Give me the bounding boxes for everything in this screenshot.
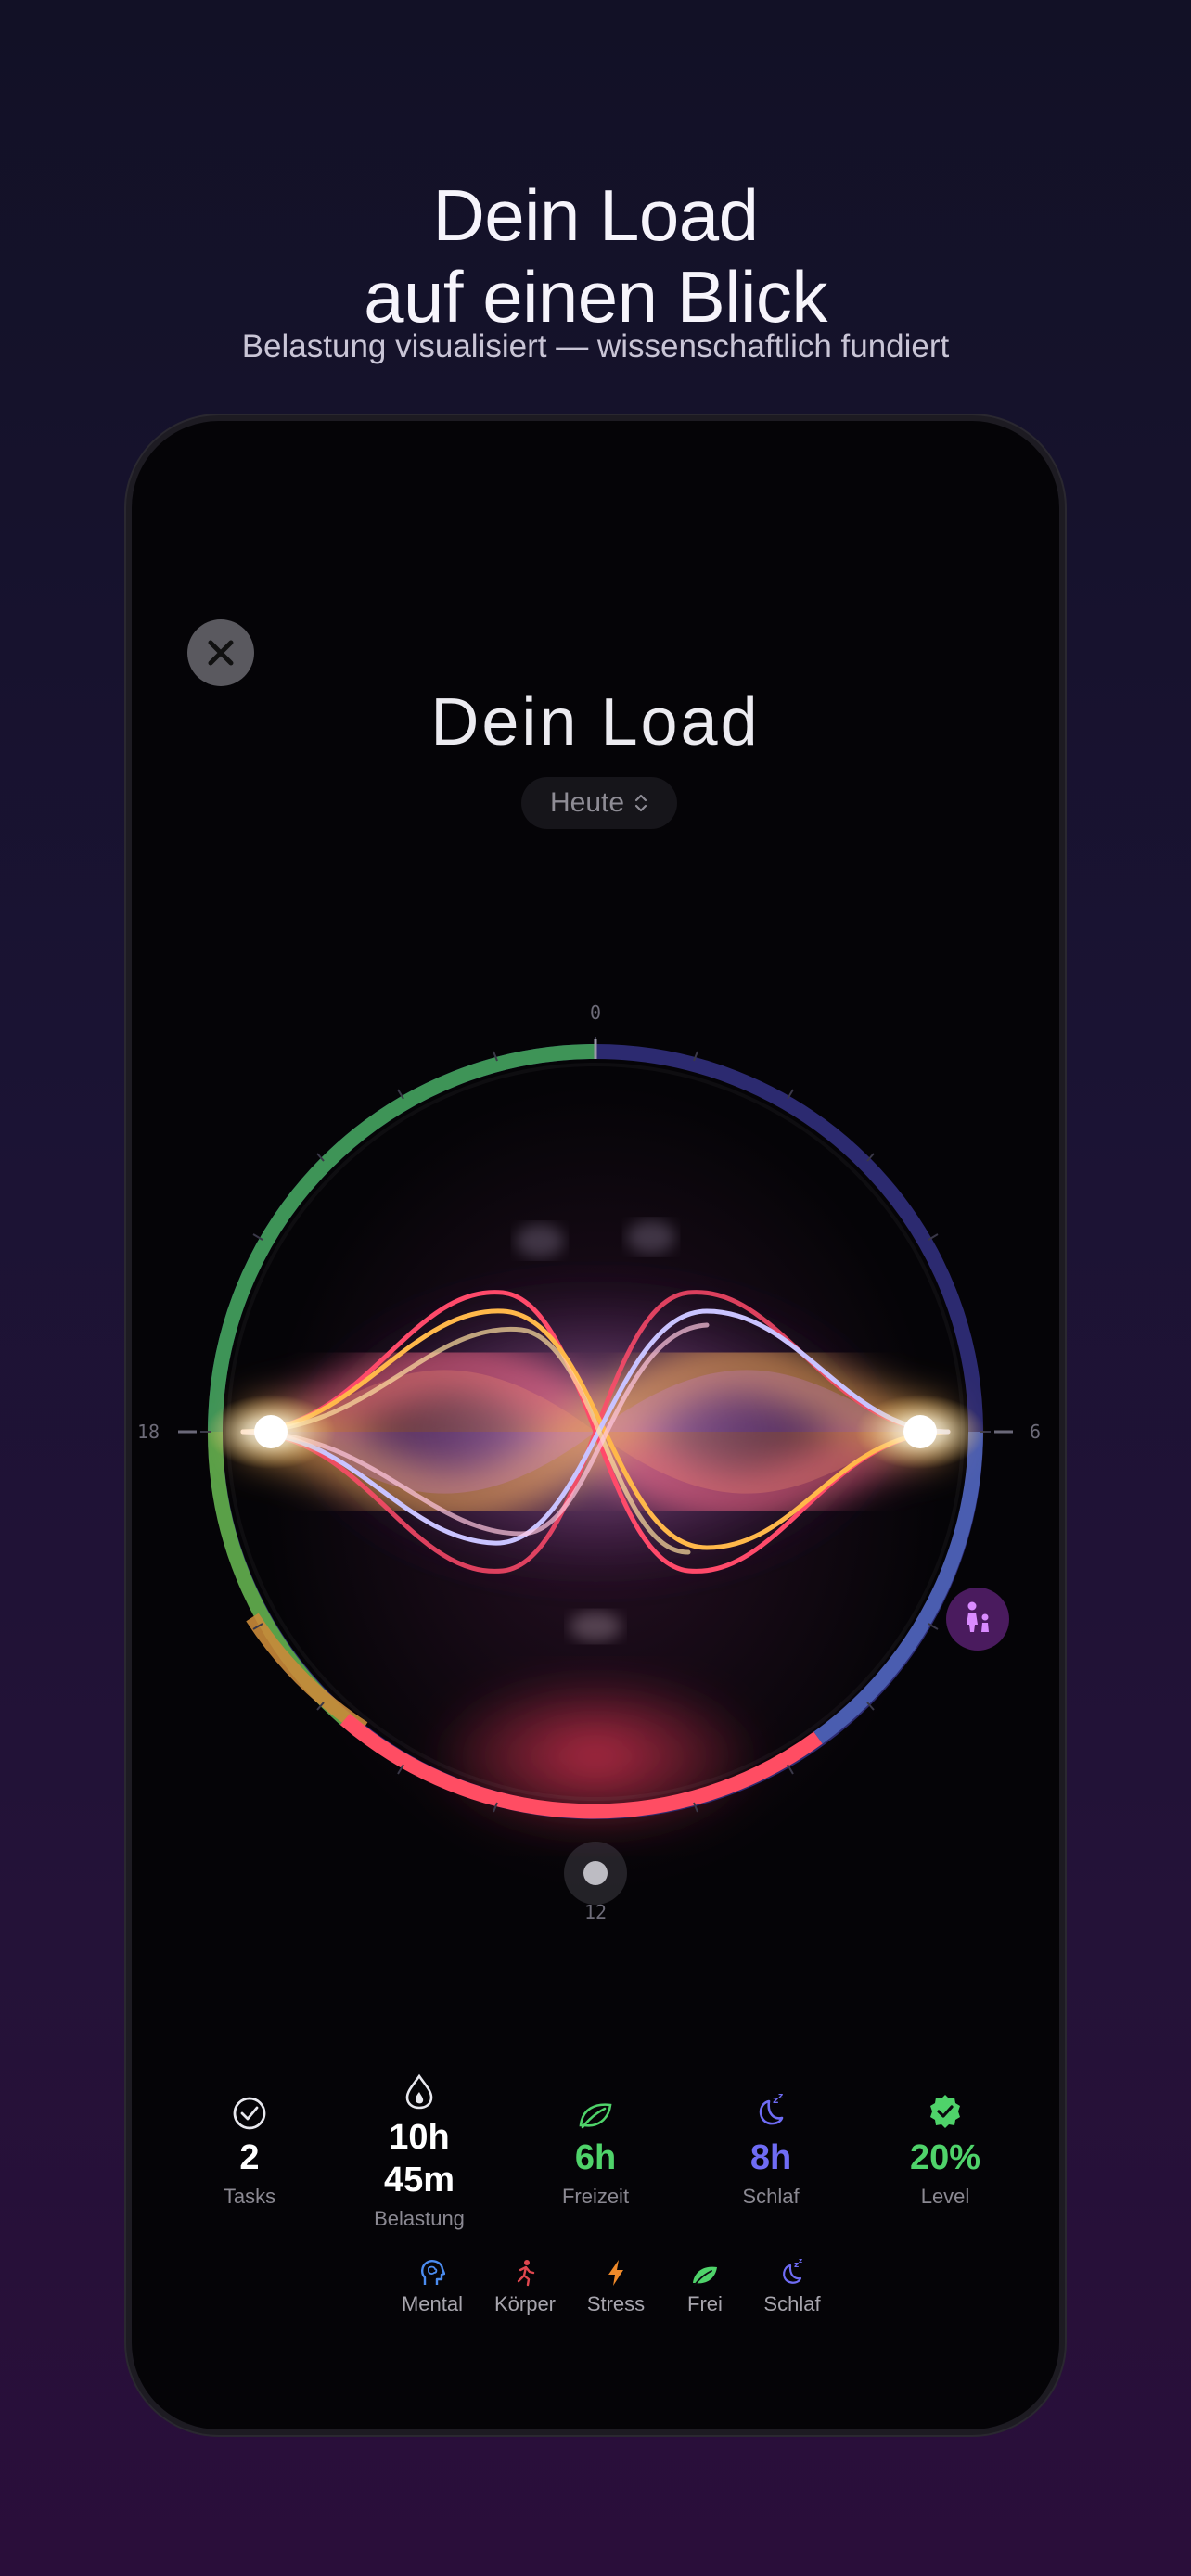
brain-head-icon: [421, 2260, 445, 2285]
hero-title: Dein Load auf einen Blick: [364, 174, 827, 338]
verified-badge-icon: [930, 2095, 960, 2128]
stat-belastung-value: 10h 45m: [383, 2118, 455, 2200]
flame-drop-icon: [405, 2073, 433, 2110]
stat-schlaf-label: Schlaf: [742, 2185, 800, 2208]
moon-zzz-icon: z z: [783, 2257, 802, 2284]
legend-schlaf-label: Schlaf: [763, 2292, 821, 2315]
stats-row: 2 Tasks 10h 45m Belastung 6h Freizeit z …: [132, 2073, 1059, 2266]
stat-freizeit[interactable]: 6h Freizeit: [517, 2081, 674, 2209]
hour-label-right: 6: [1030, 1421, 1041, 1443]
checkmark-circle-icon: [233, 2097, 266, 2130]
legend-koerper: Körper: [479, 2255, 571, 2316]
legend-mental: Mental: [386, 2255, 479, 2316]
legend-stress: Stress: [570, 2255, 662, 2316]
leaf-icon: [693, 2266, 717, 2286]
legend-koerper-label: Körper: [493, 2292, 557, 2315]
leaf-icon: [579, 2103, 612, 2129]
stat-level-value: 20%: [909, 2138, 981, 2177]
legend-schlaf: z z Schlaf: [746, 2255, 839, 2316]
stat-schlaf[interactable]: z z 8h Schlaf: [692, 2081, 850, 2209]
stat-freizeit-value: 6h: [574, 2138, 617, 2177]
svg-text:z: z: [778, 2092, 783, 2101]
lightning-icon: [608, 2260, 623, 2286]
stat-belastung[interactable]: 10h 45m Belastung: [340, 2060, 498, 2231]
hour-label-top: 0: [590, 1001, 601, 1024]
legend: Mental Körper Stress Frei z z Schlaf: [132, 2255, 1059, 2329]
time-handle[interactable]: [564, 1842, 627, 1905]
stat-freizeit-label: Freizeit: [561, 2185, 630, 2208]
running-figure-icon: [517, 2260, 535, 2287]
stat-schlaf-value: 8h: [749, 2138, 792, 2177]
legend-mental-label: Mental: [401, 2292, 464, 2315]
legend-frei: Frei: [659, 2255, 751, 2316]
legend-frei-label: Frei: [687, 2292, 723, 2315]
stat-tasks[interactable]: 2 Tasks: [171, 2081, 328, 2209]
svg-text:z: z: [799, 2257, 802, 2264]
stat-tasks-value: 2: [239, 2138, 260, 2177]
stat-tasks-label: Tasks: [223, 2185, 276, 2208]
hour-label-left: 18: [137, 1421, 160, 1443]
phone-frame: Dein Load Heute 0 6 12 18 2 Tasks 10h 45…: [126, 415, 1065, 2435]
activity-badge[interactable]: [946, 1588, 1009, 1651]
legend-stress-label: Stress: [586, 2292, 646, 2315]
moon-zzz-icon: z z: [759, 2092, 784, 2125]
stat-level-label: Level: [920, 2185, 970, 2208]
hero-subtitle: Belastung visualisiert — wissenschaftlic…: [241, 328, 950, 364]
stat-belastung-label: Belastung: [374, 2207, 465, 2230]
stat-level[interactable]: 20% Level: [866, 2081, 1024, 2209]
